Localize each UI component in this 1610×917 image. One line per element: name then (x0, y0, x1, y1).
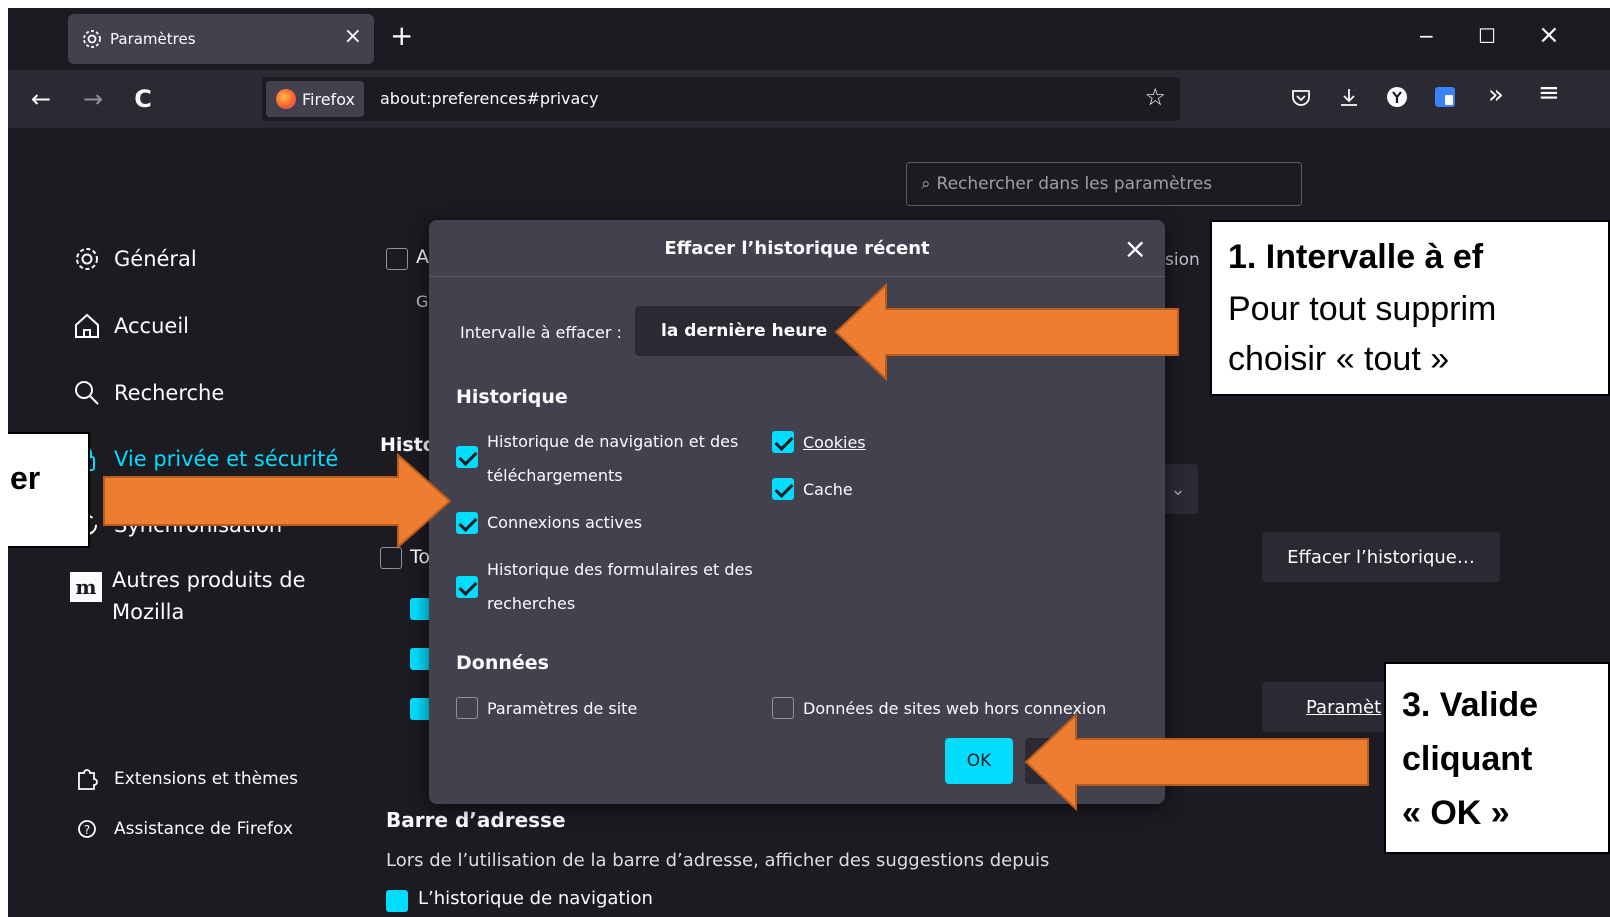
extensions-label: Extensions et thèmes (114, 769, 299, 789)
maximize-button[interactable]: ☐ (1478, 24, 1496, 48)
range-value: la dernière heure (661, 321, 828, 341)
active-connections-checkbox[interactable] (456, 512, 478, 534)
sidebar-item-label: Autres produits de (112, 568, 306, 592)
sidebar-support-link[interactable]: ? Assistance de Firefox (70, 814, 293, 844)
identity-label: Firefox (302, 90, 355, 109)
sidebar-item-label: Général (114, 247, 197, 271)
background-text-g: G (416, 292, 429, 311)
extension-shield-icon[interactable] (1434, 86, 1456, 108)
identity-box[interactable]: Firefox (266, 81, 364, 117)
gear-icon (83, 30, 101, 48)
callout-2-fragment: er (10, 460, 41, 496)
support-label: Assistance de Firefox (114, 819, 293, 839)
minimize-button[interactable]: − (1418, 24, 1435, 48)
firefox-logo-icon (276, 89, 296, 109)
sidebar-item-general[interactable]: Général (70, 244, 197, 274)
tab-strip: Paramètres × + − ☐ × (8, 8, 1610, 70)
background-checkbox-2[interactable] (380, 547, 402, 569)
history-heading: Historique (456, 386, 568, 408)
callout-3-line-3: « OK » (1402, 794, 1510, 832)
site-settings-checkbox[interactable] (456, 697, 478, 719)
download-icon[interactable] (1338, 86, 1360, 108)
home-icon (75, 313, 99, 338)
browser-window: Paramètres × + − ☐ × ← → C Firefox about… (8, 8, 1610, 917)
sidebar-item-search[interactable]: Recherche (70, 378, 224, 408)
tab-close-button[interactable]: × (344, 24, 362, 49)
reload-button[interactable]: C (126, 82, 160, 116)
ok-label: OK (966, 751, 992, 771)
sidebar-item-label: Accueil (114, 314, 189, 338)
callout-1-title: 1. Intervalle à ef (1228, 238, 1484, 276)
forms-checkbox[interactable] (456, 576, 478, 598)
search-placeholder: Rechercher dans les paramètres (936, 174, 1213, 194)
window-close-button[interactable]: × (1538, 20, 1560, 50)
cookies-label: Cookies (803, 433, 866, 452)
sidebar-extensions-link[interactable]: Extensions et thèmes (70, 764, 298, 794)
magnifier-icon (75, 381, 99, 405)
active-connections-label: Connexions actives (487, 513, 643, 532)
background-checked-4[interactable] (386, 890, 408, 912)
navigation-bar: ← → C Firefox about:preferences#privacy … (8, 70, 1610, 128)
sidebar-item-label-2: Mozilla (112, 600, 185, 624)
help-icon: ? (78, 820, 96, 838)
address-bar-description: Lors de l’utilisation de la barre d’adre… (386, 850, 1050, 871)
dialog-separator (429, 276, 1165, 277)
url-text[interactable]: about:preferences#privacy (380, 89, 599, 108)
data-heading: Données (456, 652, 549, 674)
sidebar-item-home[interactable]: Accueil (70, 311, 189, 341)
callout-3-line-1: 3. Valide (1402, 686, 1539, 724)
cookies-checkbox[interactable] (772, 431, 794, 453)
tab-title: Paramètres (110, 30, 196, 48)
forms-label-2: recherches (487, 594, 576, 613)
sidebar-item-mozilla[interactable]: m Autres produits de Mozilla (70, 564, 306, 628)
overflow-menu-button[interactable]: » (1488, 82, 1504, 108)
extension-y-icon[interactable] (1386, 86, 1408, 108)
offline-data-checkbox[interactable] (772, 697, 794, 719)
sidebar-item-label: Recherche (114, 381, 225, 405)
callout-step-2: er (8, 432, 90, 548)
forms-label-1: Historique des formulaires et des (487, 560, 753, 579)
arrow-ok-annotation (1024, 713, 1369, 811)
search-icon: ⌕ (921, 174, 931, 194)
arrow-checkbox-annotation (103, 453, 452, 549)
cache-checkbox[interactable] (772, 478, 794, 500)
nav-history-checkbox[interactable] (456, 446, 478, 468)
nav-history-label-1: Historique de navigation et des (487, 432, 739, 451)
gear-icon (76, 248, 98, 270)
arrow-range-annotation (834, 283, 1179, 381)
background-checkbox[interactable] (386, 248, 408, 270)
tab-settings[interactable]: Paramètres × (68, 14, 374, 64)
address-bar-heading: Barre d’adresse (386, 808, 566, 832)
puzzle-icon (78, 769, 98, 790)
clear-history-button[interactable]: Effacer l’historique… (1262, 532, 1500, 582)
nav-history-label-2: téléchargements (487, 466, 623, 485)
callout-3-line-2: cliquant (1402, 740, 1533, 778)
svg-text:?: ? (84, 823, 90, 837)
clear-history-label: Effacer l’historique… (1287, 546, 1475, 568)
callout-1-line-2: choisir « tout » (1228, 340, 1450, 378)
new-tab-button[interactable]: + (390, 22, 413, 50)
cache-label: Cache (803, 480, 853, 499)
dialog-title: Effacer l’historique récent (664, 238, 930, 259)
pocket-icon[interactable] (1290, 86, 1312, 108)
back-button[interactable]: ← (24, 82, 58, 116)
dialog-close-button[interactable]: × (1124, 232, 1147, 265)
app-menu-button[interactable]: ≡ (1538, 80, 1560, 106)
callout-step-3: 3. Valide cliquant « OK » (1384, 662, 1610, 854)
background-text-to: To (410, 546, 431, 568)
callout-step-1: 1. Intervalle à ef Pour tout supprim cho… (1210, 220, 1610, 396)
range-label: Intervalle à effacer : (460, 323, 622, 342)
url-bar[interactable]: Firefox about:preferences#privacy ☆ (262, 77, 1180, 121)
bookmark-star-icon[interactable]: ☆ (1144, 83, 1166, 111)
forward-button[interactable]: → (76, 82, 110, 116)
background-nav-history-item: L’historique de navigation (418, 888, 653, 909)
background-text-a: A (416, 246, 429, 268)
search-input[interactable]: ⌕ Rechercher dans les paramètres (906, 162, 1302, 206)
background-text-sion: sion (1165, 250, 1200, 270)
ok-button[interactable]: OK (945, 738, 1013, 784)
mozilla-logo-icon: m (70, 572, 102, 602)
callout-1-line-1: Pour tout supprim (1228, 290, 1497, 328)
site-settings-label: Paramètres de site (487, 699, 638, 718)
